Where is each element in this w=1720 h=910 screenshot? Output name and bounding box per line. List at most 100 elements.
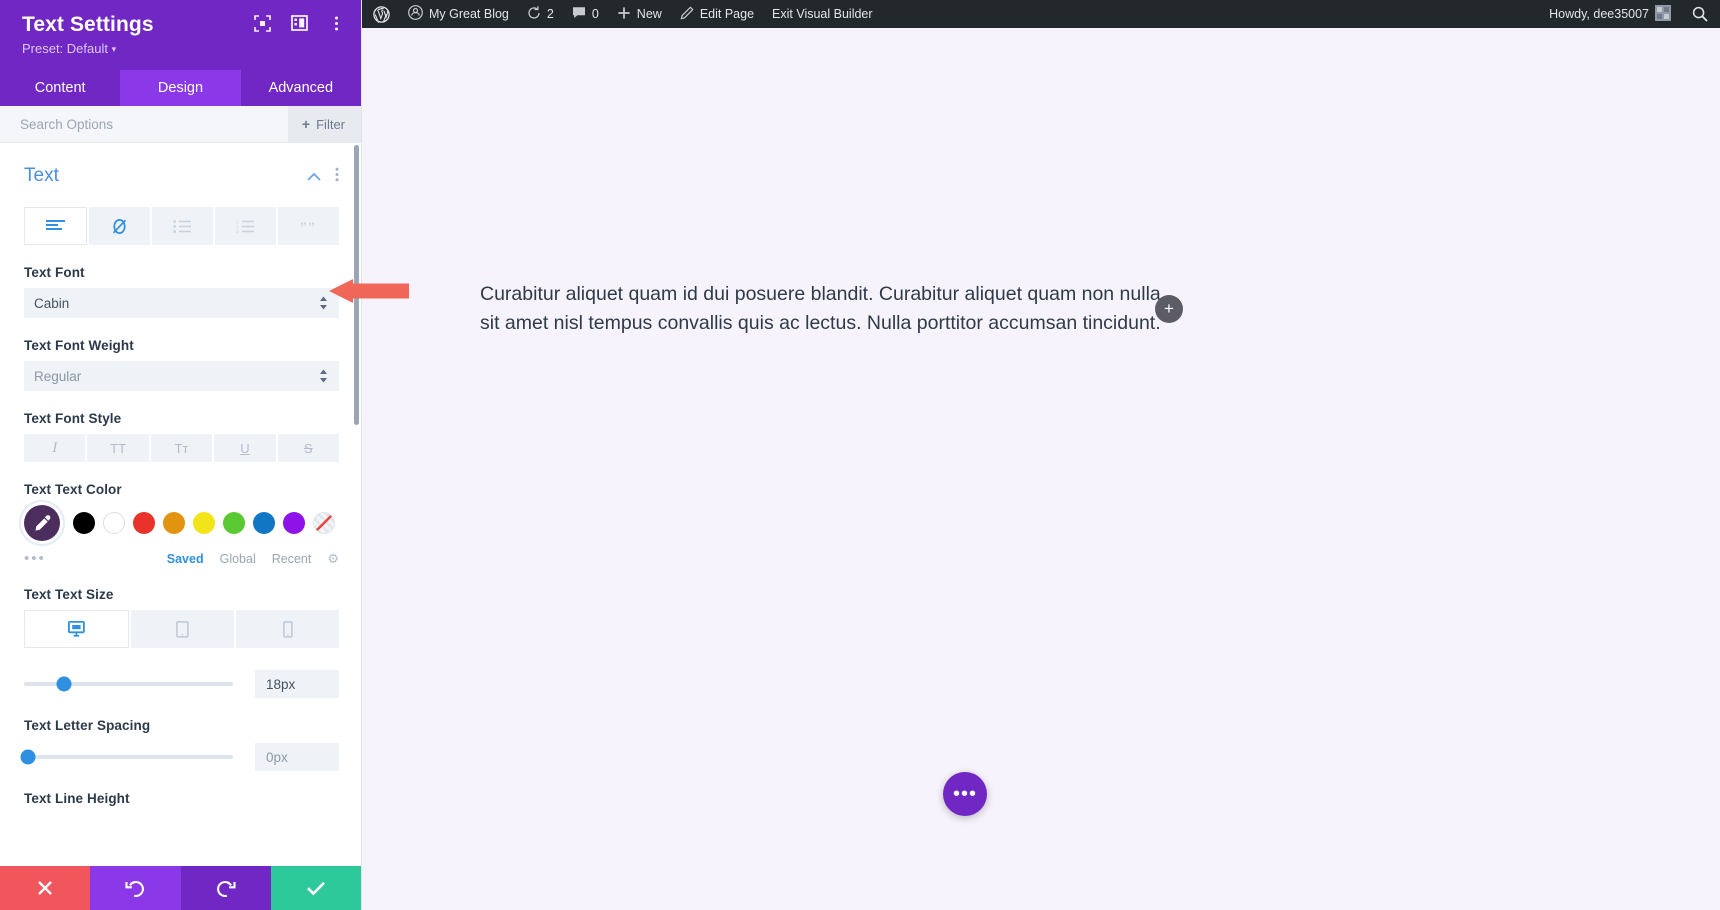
ordered-list-icon[interactable]: 1 2 3 [215, 207, 276, 245]
swatch-black[interactable] [73, 512, 95, 534]
plus-icon [617, 6, 631, 23]
panel-scrollbar[interactable] [354, 145, 359, 425]
strikethrough-button[interactable]: S [278, 434, 339, 462]
gear-icon[interactable]: ⚙ [327, 551, 339, 567]
text-font-style-group: I TT Tᴛ U S [24, 434, 339, 462]
search-bar: + Filter [0, 106, 361, 143]
text-size-slider-handle[interactable] [56, 677, 71, 692]
section-header-text: Text [24, 143, 339, 199]
color-tab-saved[interactable]: Saved [167, 552, 204, 566]
plus-icon: + [302, 116, 310, 132]
swatch-yellow[interactable] [193, 512, 215, 534]
svg-text:”: ” [300, 220, 307, 233]
text-size-slider-row: 18px [24, 670, 339, 698]
text-font-select[interactable]: Cabin [24, 288, 339, 318]
phone-icon[interactable] [236, 610, 339, 648]
admin-bar-right: Howdy, dee35007 [1540, 0, 1720, 28]
color-tab-global[interactable]: Global [220, 552, 256, 566]
blockquote-icon[interactable]: ” ” [278, 207, 339, 245]
letter-spacing-slider-handle[interactable] [21, 750, 36, 765]
updates-count: 2 [547, 7, 554, 21]
text-module-content[interactable]: Curabitur aliquet quam id dui posuere bl… [480, 280, 1180, 338]
page-canvas: Curabitur aliquet quam id dui posuere bl… [362, 28, 1720, 910]
chevron-up-icon[interactable] [307, 168, 321, 185]
redo-button[interactable] [181, 866, 271, 910]
panel-footer [0, 866, 361, 910]
search-icon[interactable] [1683, 0, 1720, 28]
text-letter-spacing-label: Text Letter Spacing [24, 718, 339, 733]
preset-selector[interactable]: Preset: Default ▾ [22, 41, 343, 58]
swatch-blue[interactable] [253, 512, 275, 534]
search-input[interactable] [0, 106, 288, 142]
editor-area: My Great Blog 2 0 [362, 0, 1720, 910]
section-title: Text [24, 165, 307, 187]
comments-menu[interactable]: 0 [563, 0, 608, 28]
capitalize-button[interactable]: Tᴛ [151, 434, 212, 462]
color-tab-recent[interactable]: Recent [272, 552, 312, 566]
avatar [1655, 5, 1671, 24]
exit-visual-builder-menu[interactable]: Exit Visual Builder [763, 0, 882, 28]
swatch-red[interactable] [133, 512, 155, 534]
letter-spacing-slider[interactable] [24, 755, 233, 759]
new-label: New [637, 7, 662, 21]
text-size-value[interactable]: 18px [255, 670, 339, 698]
swatch-none[interactable] [313, 512, 335, 534]
howdy-label: Howdy, dee35007 [1549, 7, 1649, 21]
howdy-menu[interactable]: Howdy, dee35007 [1540, 0, 1683, 28]
tab-advanced[interactable]: Advanced [241, 70, 361, 106]
tab-design[interactable]: Design [120, 70, 240, 106]
discard-button[interactable] [0, 866, 90, 910]
more-options-icon[interactable] [327, 14, 345, 32]
add-module-button[interactable]: + [1155, 295, 1183, 323]
text-font-style-label: Text Font Style [24, 411, 339, 426]
uppercase-button[interactable]: TT [87, 434, 148, 462]
home-icon [408, 5, 423, 23]
panel-tabs: Content Design Advanced [0, 70, 361, 106]
text-align-icon[interactable] [24, 207, 87, 245]
text-font-weight-select[interactable]: Regular [24, 361, 339, 391]
letter-spacing-value[interactable]: 0px [255, 743, 339, 771]
save-button[interactable] [271, 866, 361, 910]
preset-label: Preset: Default [22, 41, 108, 56]
italic-button[interactable]: I [24, 434, 85, 462]
edit-page-label: Edit Page [700, 7, 754, 21]
eyedropper-icon[interactable] [24, 505, 60, 541]
text-size-slider[interactable] [24, 682, 233, 686]
site-name-menu[interactable]: My Great Blog [399, 0, 518, 28]
edit-page-menu[interactable]: Edit Page [671, 0, 763, 28]
color-options-row: ••• Saved Global Recent ⚙ [24, 550, 339, 567]
section-more-icon[interactable] [335, 167, 339, 186]
filter-button[interactable]: + Filter [288, 106, 361, 142]
updates-menu[interactable]: 2 [518, 0, 563, 28]
swatch-green[interactable] [223, 512, 245, 534]
focus-target-icon[interactable] [253, 14, 271, 32]
builder-menu-button[interactable]: ••• [943, 772, 987, 816]
new-content-menu[interactable]: New [608, 0, 671, 28]
swatch-orange[interactable] [163, 512, 185, 534]
unordered-list-icon[interactable] [152, 207, 213, 245]
comments-count: 0 [592, 7, 599, 21]
panel-header: Text Settings Preset: Default ▾ [0, 0, 361, 70]
more-colors-icon[interactable]: ••• [24, 550, 46, 567]
format-button-group: 1 2 3 ” ” [24, 207, 339, 245]
panel-layout-icon[interactable] [290, 14, 308, 32]
underline-button[interactable]: U [214, 434, 275, 462]
desktop-icon[interactable] [24, 610, 129, 648]
tablet-icon[interactable] [131, 610, 234, 648]
site-name-label: My Great Blog [429, 7, 509, 21]
svg-text:”: ” [308, 220, 315, 233]
select-arrows-icon [319, 296, 328, 310]
svg-text:3: 3 [236, 229, 239, 233]
text-settings-panel: Text Settings Preset: Default ▾ [0, 0, 362, 910]
text-line-height-label: Text Line Height [24, 791, 339, 806]
text-font-weight-label: Text Font Weight [24, 338, 339, 353]
link-icon[interactable] [89, 207, 150, 245]
pencil-icon [680, 6, 694, 23]
undo-button[interactable] [90, 866, 180, 910]
comment-icon [572, 6, 586, 23]
swatch-purple[interactable] [283, 512, 305, 534]
tab-content[interactable]: Content [0, 70, 120, 106]
wordpress-logo-icon[interactable] [362, 0, 399, 28]
swatch-white[interactable] [103, 512, 125, 534]
text-font-weight-value: Regular [34, 369, 81, 384]
